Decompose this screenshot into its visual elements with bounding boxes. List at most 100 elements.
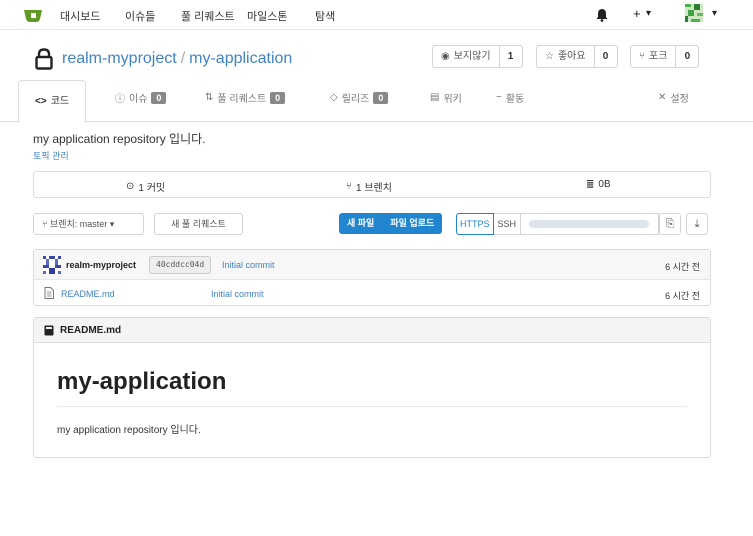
file-commit-time: 6 시간 전 <box>665 291 700 301</box>
download-icon: ⤓ <box>694 217 700 230</box>
tab-activity-label: 활동 <box>505 94 525 105</box>
tab-settings[interactable]: ✕ 설정 <box>658 90 689 105</box>
tab-releases-label: 릴리즈 <box>341 94 370 105</box>
readme-body: my application repository 입니다. <box>57 425 201 436</box>
database-icon: ≣ <box>586 179 595 190</box>
nav-dashboard[interactable]: 대시보드 <box>60 8 100 24</box>
bell-icon[interactable] <box>596 8 608 22</box>
clone-url-input[interactable] <box>521 213 660 235</box>
tab-issues[interactable]: ⓘ 이슈 0 <box>115 90 167 105</box>
repo-title-separator: / <box>180 50 186 67</box>
tab-pulls[interactable]: ⇅ 풀 리퀘스트 0 <box>205 90 286 105</box>
tab-activity[interactable]: ~ 활동 <box>496 90 524 105</box>
fork-button[interactable]: ⑂ 포크 0 <box>630 45 700 68</box>
issue-icon: ⓘ <box>115 94 125 105</box>
repo-title: realm-myproject / my-application <box>62 50 292 68</box>
watch-label: 보지않기 <box>453 51 491 62</box>
tab-settings-label: 설정 <box>670 94 689 105</box>
readme-panel: README.md my-application my application … <box>33 317 711 458</box>
tab-wiki[interactable]: ▤ 위키 <box>430 90 462 105</box>
readme-header: README.md <box>34 318 710 343</box>
user-avatar[interactable] <box>685 4 703 22</box>
copy-clone-url-button[interactable]: ⎘ <box>659 213 681 235</box>
branch-dropdown-label: 브렌치: master <box>49 219 108 229</box>
nav-explore[interactable]: 탐색 <box>315 8 335 24</box>
tab-issues-label: 이슈 <box>129 94 148 105</box>
releases-count-badge: 0 <box>373 91 389 104</box>
code-icon: <> <box>35 96 47 107</box>
branch-icon: ⑂ <box>346 181 352 192</box>
nav-milestones[interactable]: 마일스톤 <box>247 8 287 24</box>
repo-size: 0B <box>598 179 611 190</box>
file-name-link[interactable]: README.md <box>61 289 115 299</box>
nav-pulls[interactable]: 풀 리퀘스트 <box>181 8 235 24</box>
readme-heading: my-application <box>57 368 227 395</box>
readme-divider <box>57 406 687 407</box>
branches-stat[interactable]: ⑂ 1 브렌치 <box>346 179 392 194</box>
fork-icon: ⑂ <box>639 51 645 62</box>
tab-code[interactable]: <> 코드 <box>18 80 87 123</box>
tab-pulls-label: 풀 리퀘스트 <box>217 94 267 105</box>
latest-commit-message[interactable]: Initial commit <box>222 260 275 270</box>
branches-count: 1 브렌치 <box>356 183 392 194</box>
star-icon: ☆ <box>545 51 554 62</box>
watch-count[interactable]: 1 <box>500 46 522 67</box>
pulse-icon: ~ <box>496 92 502 103</box>
file-list: realm-myproject 40cddcc04d Initial commi… <box>33 249 711 306</box>
clipboard-icon: ⎘ <box>665 217 675 230</box>
gitea-logo-icon[interactable] <box>22 5 44 25</box>
repo-name-link[interactable]: my-application <box>189 50 292 67</box>
lock-icon <box>35 48 53 70</box>
clone-url-redacted <box>529 220 650 228</box>
new-pull-request-button[interactable]: 새 풀 리퀘스트 <box>154 213 243 235</box>
ssh-button[interactable]: SSH <box>493 213 522 235</box>
eye-icon: ◉ <box>441 51 450 62</box>
file-commit-message[interactable]: Initial commit <box>211 289 264 299</box>
chevron-down-icon: ▾ <box>109 219 115 229</box>
fork-label: 포크 <box>649 51 668 62</box>
file-text-icon <box>44 287 54 299</box>
new-file-button[interactable]: 새 파일 <box>339 213 382 234</box>
star-count[interactable]: 0 <box>595 46 617 67</box>
clone-url-group: HTTPS SSH <box>456 213 660 235</box>
commit-author-avatar[interactable] <box>43 256 61 274</box>
repo-description: my application repository 입니다. <box>33 132 206 146</box>
history-icon: ⊙ <box>126 181 135 192</box>
upload-file-button[interactable]: 파일 업로드 <box>382 213 442 234</box>
tab-code-label: 코드 <box>50 96 70 107</box>
commits-stat[interactable]: ⊙ 1 커밋 <box>126 179 165 194</box>
watch-button[interactable]: ◉ 보지않기 1 <box>432 45 523 68</box>
file-actions-group: 새 파일 파일 업로드 <box>339 213 443 234</box>
latest-commit-time: 6 시간 전 <box>665 262 700 272</box>
star-button[interactable]: ☆ 좋아요 0 <box>536 45 618 68</box>
tools-icon: ✕ <box>658 92 667 103</box>
latest-commit-row: realm-myproject 40cddcc04d Initial commi… <box>34 250 710 280</box>
create-plus-icon[interactable]: + <box>633 6 641 21</box>
file-row[interactable]: README.md Initial commit 6 시간 전 <box>34 281 710 306</box>
tag-icon: ◇ <box>330 92 338 103</box>
star-label: 좋아요 <box>557 51 586 62</box>
branch-icon: ⑂ <box>42 219 48 229</box>
repo-owner-link[interactable]: realm-myproject <box>62 50 177 67</box>
issues-count-badge: 0 <box>151 91 167 104</box>
readme-filename: README.md <box>60 325 122 336</box>
download-button[interactable]: ⤓ <box>686 213 708 235</box>
pulls-count-badge: 0 <box>270 91 286 104</box>
commits-count: 1 커밋 <box>138 183 166 194</box>
repo-header: realm-myproject / my-application ◉ 보지않기 1 ☆… <box>0 30 753 123</box>
tab-releases[interactable]: ◇ 릴리즈 0 <box>330 90 389 105</box>
avatar-chevron-down-icon[interactable]: ▾ <box>712 8 717 19</box>
tab-wiki-label: 위키 <box>443 94 462 105</box>
commit-author[interactable]: realm-myproject <box>66 260 136 270</box>
pull-request-icon: ⇅ <box>205 92 214 103</box>
fork-count[interactable]: 0 <box>676 46 698 67</box>
branch-dropdown[interactable]: ⑂ 브렌치: master ▾ <box>33 213 144 235</box>
repo-tabs: <> 코드 ⓘ 이슈 0 ⇅ 풀 리퀘스트 0 ◇ 릴리즈 0 ▤ 위키 ~ 활… <box>0 80 753 123</box>
manage-topics-link[interactable]: 토픽 관리 <box>33 149 69 162</box>
commit-sha-button[interactable]: 40cddcc04d <box>149 256 212 274</box>
nav-issues[interactable]: 이슈들 <box>125 8 155 24</box>
repo-stats-bar: ⊙ 1 커밋 ⑂ 1 브렌치 ≣ 0B <box>33 171 711 198</box>
create-chevron-down-icon[interactable]: ▾ <box>646 8 651 19</box>
https-button[interactable]: HTTPS <box>456 213 494 235</box>
size-stat: ≣ 0B <box>586 179 611 190</box>
